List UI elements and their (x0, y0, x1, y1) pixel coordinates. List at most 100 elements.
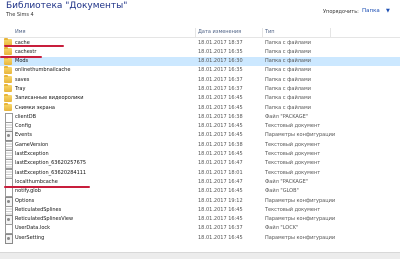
file-date: 18.01.2017 16:37 (198, 85, 243, 92)
folder-icon (4, 75, 12, 84)
file-name: lastException_63620284111 (15, 169, 87, 176)
file-row[interactable]: lastException_63620257675 18.01.2017 16:4… (0, 159, 400, 170)
file-type: Папка с файлами (265, 48, 311, 55)
file-type: Текстовый документ (265, 169, 321, 176)
file-name: clientDB (15, 113, 37, 120)
chevron-down-icon[interactable]: ▼ (386, 8, 390, 14)
library-title: Библиотека "Документы" (6, 1, 128, 11)
file-row[interactable]: Tray 18.01.2017 16:37 Папка с файлами (0, 84, 400, 93)
file-type: Файл "LOCK" (265, 225, 299, 232)
file-name: onlinethumbnailcache (15, 67, 71, 74)
column-divider[interactable] (330, 28, 331, 37)
file-date: 18.01.2017 16:47 (198, 178, 243, 185)
file-date: 18.01.2017 16:45 (198, 216, 243, 223)
file-date: 18.01.2017 16:45 (198, 206, 243, 213)
file-row[interactable]: ReticulatedSplinesView 18.01.2017 16:45 Па… (0, 215, 400, 226)
file-row[interactable]: Config 18.01.2017 16:45 Текстовый документ (0, 122, 400, 133)
file-row[interactable]: notify.glob 18.01.2017 16:45 Файл "GLOB" (0, 187, 400, 198)
file-date: 18.01.2017 16:45 (198, 132, 243, 139)
file-row[interactable]: Events 18.01.2017 16:45 Параметры конфигур… (0, 131, 400, 142)
library-header: Библиотека "Документы" The Sims 4 Упоряд… (0, 0, 400, 22)
file-date: 18.01.2017 16:45 (198, 95, 243, 102)
file-type: Текстовый документ (265, 160, 321, 167)
file-row[interactable]: ReticulatedSplines 18.01.2017 16:45 Тексто… (0, 205, 400, 216)
folder-icon (4, 84, 12, 93)
library-subtitle: The Sims 4 (6, 12, 34, 18)
file-type: Файл "PACKAGE" (265, 178, 309, 185)
file-date: 18.01.2017 18:01 (198, 169, 243, 176)
file-row[interactable]: Options 18.01.2017 19:12 Параметры конфигу… (0, 196, 400, 207)
file-name: ReticulatedSplinesView (15, 216, 74, 223)
file-date: 18.01.2017 16:37 (198, 76, 243, 83)
file-type: Папка с файлами (265, 39, 311, 46)
file-row[interactable]: clientDB 18.01.2017 16:38 Файл "PACKAGE" (0, 112, 400, 123)
file-name: GameVersion (15, 141, 49, 148)
folder-icon (4, 93, 12, 102)
column-header-type[interactable]: Тип (265, 29, 275, 35)
file-row[interactable]: lastException 18.01.2017 16:45 Текстовый д… (0, 150, 400, 161)
file-name: Config (15, 123, 32, 130)
file-type: Параметры конфигурации (265, 197, 336, 204)
folder-icon (4, 56, 12, 65)
folder-icon (4, 47, 12, 56)
arrange-by-label: Упорядочить: (323, 9, 359, 15)
file-type: Текстовый документ (265, 141, 321, 148)
file-name: Tray (15, 85, 26, 92)
file-row[interactable]: UserSetting 18.01.2017 16:45 Параметры кон… (0, 233, 400, 244)
file-type: Папка с файлами (265, 58, 311, 65)
file-name: Снимки экрана (15, 104, 55, 111)
column-divider[interactable] (262, 28, 263, 37)
annotation-underline (4, 45, 64, 47)
file-date: 18.01.2017 18:37 (198, 39, 243, 46)
column-header-date[interactable]: Дата изменения (198, 29, 241, 35)
config-file-icon (5, 233, 13, 244)
file-row[interactable]: cachestr 18.01.2017 16:35 Папка с файлами (0, 47, 400, 56)
file-row[interactable]: UserData.lock 18.01.2017 16:37 Файл "LOCK" (0, 224, 400, 235)
file-type: Текстовый документ (265, 151, 321, 158)
file-row[interactable]: onlinethumbnailcache 18.01.2017 16:35 Папк… (0, 65, 400, 75)
file-name: lastException (15, 151, 49, 158)
annotation-underline (4, 186, 90, 188)
file-row[interactable]: lastException_63620284111 18.01.2017 18:0… (0, 168, 400, 179)
file-type: Папка с файлами (265, 76, 311, 83)
file-date: 18.01.2017 16:38 (198, 113, 243, 120)
file-name: notify.glob (15, 188, 41, 195)
file-date: 18.01.2017 16:45 (198, 104, 243, 111)
file-name: saves (15, 76, 30, 83)
column-divider[interactable] (195, 28, 196, 37)
folder-icon (4, 65, 12, 74)
file-date: 18.01.2017 16:37 (198, 225, 243, 232)
file-name: cachestr (15, 48, 37, 55)
file-name: localthumbcache (15, 178, 58, 185)
file-row[interactable]: saves 18.01.2017 16:37 Папка с файлами (0, 75, 400, 84)
file-type: Параметры конфигурации (265, 132, 336, 139)
file-name: Options (15, 197, 35, 204)
file-row[interactable]: Записанные видеоролики 18.01.2017 16:45 Па… (0, 93, 400, 103)
column-header-row: Имя Дата изменения Тип (0, 28, 400, 38)
file-row[interactable]: GameVersion 18.01.2017 16:38 Текстовый док… (0, 140, 400, 151)
arrange-by-dropdown[interactable]: Папка (362, 8, 380, 14)
file-name: ReticulatedSplines (15, 206, 62, 213)
file-name: UserSetting (15, 234, 45, 241)
file-row[interactable]: Снимки экрана 18.01.2017 16:45 Папка с фай… (0, 103, 400, 112)
file-date: 18.01.2017 16:35 (198, 67, 243, 74)
file-name: UserData.lock (15, 225, 51, 232)
file-type: Текстовый документ (265, 123, 321, 130)
file-type: Папка с файлами (265, 104, 311, 111)
file-type: Параметры конфигурации (265, 216, 336, 223)
column-header-name[interactable]: Имя (15, 29, 26, 35)
file-type: Папка с файлами (265, 67, 311, 74)
file-name: Events (15, 132, 32, 139)
file-type: Папка с файлами (265, 85, 311, 92)
file-row[interactable]: Mods 18.01.2017 16:30 Папка с файлами (0, 56, 400, 66)
annotation-underline (0, 56, 42, 58)
folder-icon (4, 103, 12, 112)
file-date: 18.01.2017 19:12 (198, 197, 243, 204)
file-date: 18.01.2017 16:38 (198, 141, 243, 148)
file-name: Mods (15, 58, 29, 65)
file-date: 18.01.2017 16:35 (198, 48, 243, 55)
file-type: Файл "GLOB" (265, 188, 299, 195)
file-name: Записанные видеоролики (15, 95, 84, 102)
file-type: Папка с файлами (265, 95, 311, 102)
file-date: 18.01.2017 16:45 (198, 123, 243, 130)
